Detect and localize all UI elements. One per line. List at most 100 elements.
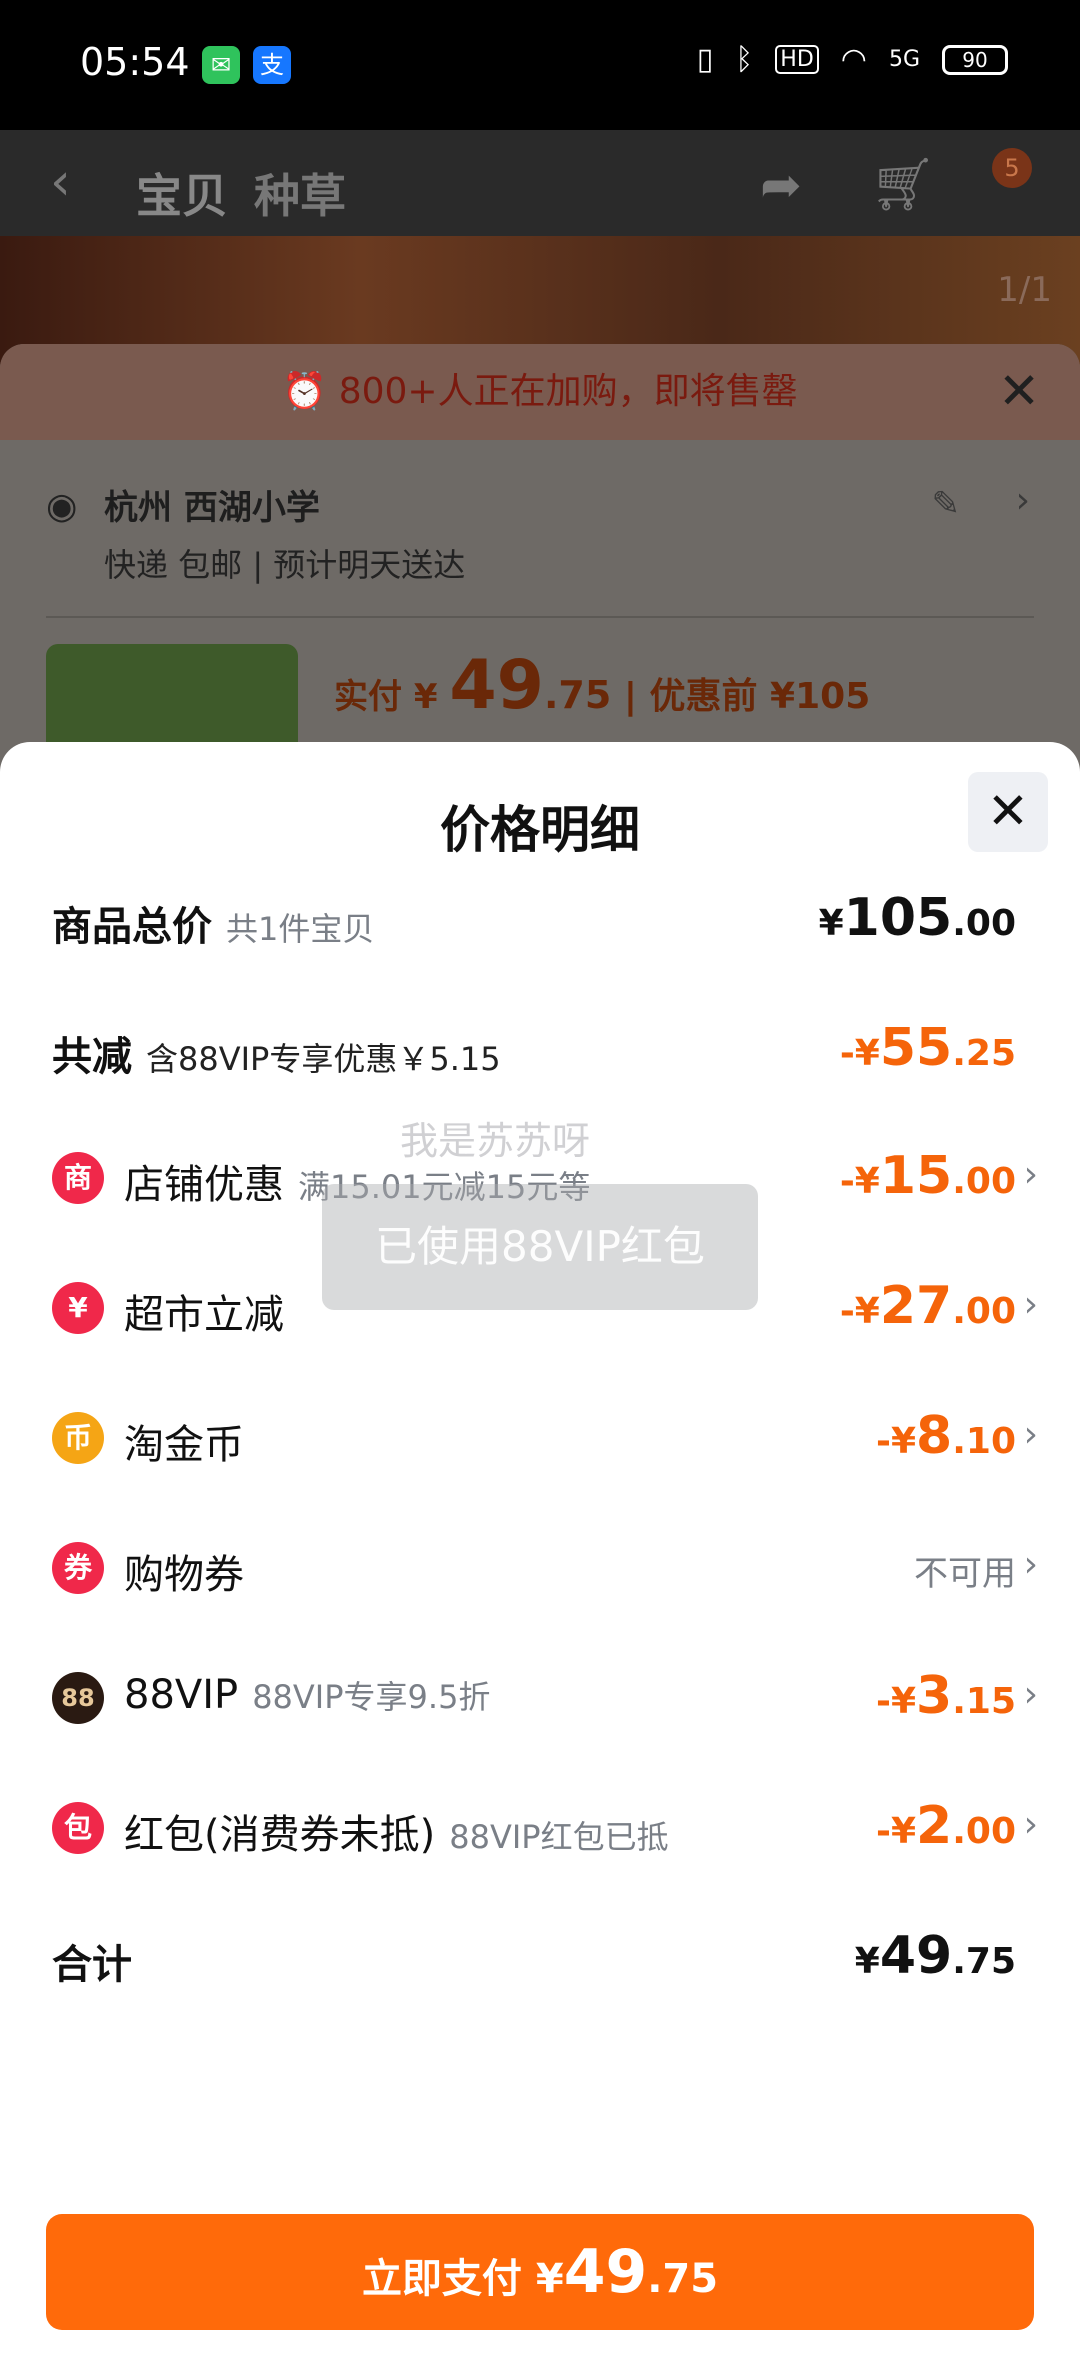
row-note: 共1件宝贝 <box>226 910 375 948</box>
share-icon[interactable]: ➦ <box>760 156 802 214</box>
amount-dec: .25 <box>952 1033 1016 1074</box>
paid-dec: .75 <box>543 673 612 717</box>
row-amount: -¥27.00 <box>840 1276 1016 1336</box>
delivery-info: 快递 包邮 | 预计明天送达 <box>104 546 466 584</box>
row-label-text: 超市立减 <box>124 1292 284 1338</box>
address-title[interactable]: 杭州 西湖小学 <box>104 480 320 529</box>
pre-discount-price: | 优惠前 ¥105 <box>611 676 871 717</box>
tab-product[interactable]: 宝贝 <box>136 160 228 244</box>
amount-int: 8 <box>916 1406 953 1466</box>
row-red-packet[interactable]: 包 红包(消费券未抵) 88VIP红包已抵 -¥2.00 › <box>0 1780 1080 1870</box>
coupon-icon: 券 <box>52 1542 104 1594</box>
chevron-right-icon: › <box>1023 1414 1038 1455</box>
red-packet-icon: 包 <box>52 1802 104 1854</box>
alipay-app-icon: 支 <box>253 46 291 84</box>
amount-dec: .15 <box>952 1681 1016 1722</box>
row-label-text: 共减 <box>52 1034 132 1080</box>
location-pin-icon: ◉ <box>46 486 78 527</box>
chevron-right-icon: › <box>1023 1804 1038 1845</box>
pay-now-button[interactable]: 立即支付 ¥49.75 <box>46 2214 1034 2330</box>
cart-badge: 5 <box>992 148 1032 188</box>
alarm-icon: ⏰ <box>282 371 339 412</box>
row-label: 共减 含88VIP专享优惠￥5.15 <box>52 1024 501 1082</box>
row-label-text: 店铺优惠 <box>124 1162 284 1208</box>
paid-int: 49 <box>449 646 544 725</box>
amount-dec: .00 <box>952 1811 1016 1852</box>
amount-int: 2 <box>916 1796 953 1856</box>
coin-icon: 币 <box>52 1412 104 1464</box>
image-counter: 1/1 <box>997 270 1052 310</box>
row-amount: ¥105.00 <box>819 888 1016 948</box>
row-label: 红包(消费券未抵) 88VIP红包已抵 <box>124 1802 669 1860</box>
row-amount: -¥8.10 <box>876 1406 1016 1466</box>
row-total-discount: 共减 含88VIP专享优惠￥5.15 -¥55.25 <box>0 1002 1080 1092</box>
row-label: 淘金币 <box>124 1412 244 1470</box>
hd-icon: HD <box>775 45 819 74</box>
row-88vip[interactable]: 88 88VIP 88VIP专享9.5折 -¥3.15 › <box>0 1650 1080 1740</box>
paid-label: 实付 ¥ <box>334 677 450 717</box>
row-total-price: 商品总价 共1件宝贝 ¥105.00 <box>0 872 1080 962</box>
wifi-icon: ◠ <box>840 42 867 77</box>
row-amount: -¥15.00 <box>840 1146 1016 1206</box>
pay-dec: .75 <box>647 2256 719 2302</box>
row-label-text: 购物券 <box>124 1552 244 1598</box>
currency: ¥ <box>818 903 844 944</box>
system-icons: ▯ ᛒ HD ◠ 5G 90 <box>697 42 1008 77</box>
battery-icon: 90 <box>942 44 1008 75</box>
currency: -¥ <box>876 1811 917 1852</box>
row-label-text: 红包(消费券未抵) <box>124 1812 436 1858</box>
row-label-text: 88VIP <box>124 1672 239 1718</box>
amount-dec: .00 <box>952 1161 1016 1202</box>
vip-icon: 88 <box>52 1672 104 1724</box>
currency: ¥ <box>854 1941 880 1982</box>
row-note: 88VIP红包已抵 <box>449 1818 669 1856</box>
signal-icon: 5G <box>888 47 920 72</box>
coupon-status: 不可用 <box>914 1554 1016 1594</box>
row-note: 含88VIP专享优惠￥5.15 <box>146 1040 501 1078</box>
row-amount: -¥2.00 <box>876 1796 1016 1856</box>
amount-int: 15 <box>879 1146 953 1206</box>
close-button[interactable]: ✕ <box>968 772 1048 852</box>
shop-icon: 商 <box>52 1152 104 1204</box>
row-label-text: 商品总价 <box>52 904 212 950</box>
row-note: 88VIP专享9.5折 <box>252 1678 491 1716</box>
currency: -¥ <box>839 1291 880 1332</box>
edit-icon[interactable]: ✎ <box>932 484 961 524</box>
toast-message: 已使用88VIP红包 <box>322 1184 758 1310</box>
currency: -¥ <box>876 1681 917 1722</box>
currency: -¥ <box>876 1421 917 1462</box>
row-amount: -¥55.25 <box>840 1018 1016 1078</box>
amount-int: 49 <box>879 1926 953 1986</box>
row-label-text: 合计 <box>52 1942 132 1988</box>
close-icon[interactable]: ✕ <box>998 362 1040 420</box>
tab-grass[interactable]: 种草 <box>254 160 346 226</box>
status-bar: 05:54 ✉ 支 ▯ ᛒ HD ◠ 5G 90 <box>0 0 1080 130</box>
stock-alert-banner: ⏰ 800+人正在加购，即将售罄 <box>0 344 1080 440</box>
stock-alert-text: 800+人正在加购，即将售罄 <box>338 371 798 412</box>
paid-price-bar: 实付 ¥ 49.75 | 优惠前 ¥105 <box>334 646 870 725</box>
vibrate-icon: ▯ <box>696 42 714 77</box>
divider <box>46 616 1034 618</box>
chevron-right-icon[interactable]: › <box>1016 480 1030 521</box>
row-label-text: 淘金币 <box>124 1422 244 1468</box>
back-arrow-icon[interactable]: ‹ <box>50 152 71 212</box>
chevron-right-icon: › <box>1023 1154 1038 1195</box>
row-label: 88VIP 88VIP专享9.5折 <box>124 1672 490 1718</box>
currency: -¥ <box>839 1033 880 1074</box>
amount-int: 27 <box>879 1276 953 1336</box>
sheet-title: 价格明细 <box>440 801 640 859</box>
row-shopping-coupon[interactable]: 券 购物券 不可用 › <box>0 1520 1080 1610</box>
pay-int: 49 <box>563 2237 648 2307</box>
cart-icon[interactable]: 🛒︎ <box>870 154 936 215</box>
price-detail-sheet: 价格明细 ✕ 商品总价 共1件宝贝 ¥105.00 共减 含88VIP专享优惠￥5.… <box>0 742 1080 2376</box>
row-label: 购物券 <box>124 1542 244 1600</box>
watermark: 我是苏苏呀 <box>400 1119 591 1163</box>
top-nav: ‹ 宝贝 种草 ➦ 🛒︎ 5 <box>0 130 1080 244</box>
status-time: 05:54 <box>80 40 190 84</box>
row-coins[interactable]: 币 淘金币 -¥8.10 › <box>0 1390 1080 1480</box>
amount-dec: .00 <box>952 1291 1016 1332</box>
currency: -¥ <box>839 1161 880 1202</box>
chevron-right-icon: › <box>1023 1674 1038 1715</box>
row-sum: 合计 ¥49.75 <box>0 1910 1080 2000</box>
amount-dec: .75 <box>952 1941 1016 1982</box>
